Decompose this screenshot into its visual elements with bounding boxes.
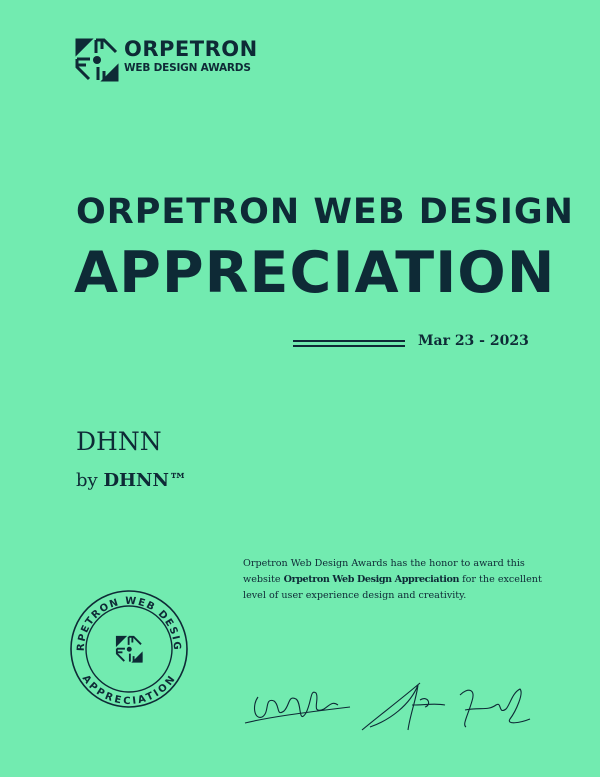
orpetron-logo-icon [115, 635, 143, 663]
title-line-1: ORPETRON WEB DESIGN [76, 192, 574, 232]
award-seal: ORPETRON WEB DESIGN APPRECIATION [68, 588, 188, 708]
divider-line [293, 345, 405, 347]
logo-subtitle: WEB DESIGN AWARDS [124, 62, 251, 74]
recipient-by: by DHNN™ [76, 470, 187, 491]
svg-text:ORPETRON WEB DESIGN: ORPETRON WEB DESIGN [68, 588, 182, 652]
seal-top-text: ORPETRON WEB DESIGN [68, 588, 181, 652]
divider-line [293, 340, 405, 342]
recipient-name: DHNN [76, 427, 162, 456]
title-line-2: APPRECIATION [74, 240, 556, 306]
logo-name: ORPETRON [124, 37, 258, 61]
orpetron-logo-icon [75, 38, 119, 82]
signature-3 [459, 688, 531, 728]
award-date: Mar 23 - 2023 [418, 333, 529, 349]
award-description: Orpetron Web Design Awards has the honor… [243, 558, 542, 601]
signatures [244, 682, 531, 731]
signature-2 [361, 682, 446, 731]
svg-text:APPRECIATION: APPRECIATION [79, 674, 178, 708]
signature-1 [244, 691, 351, 724]
recipient-by-name: DHNN™ [103, 470, 187, 491]
seal-bottom-text: APPRECIATION [79, 674, 177, 708]
